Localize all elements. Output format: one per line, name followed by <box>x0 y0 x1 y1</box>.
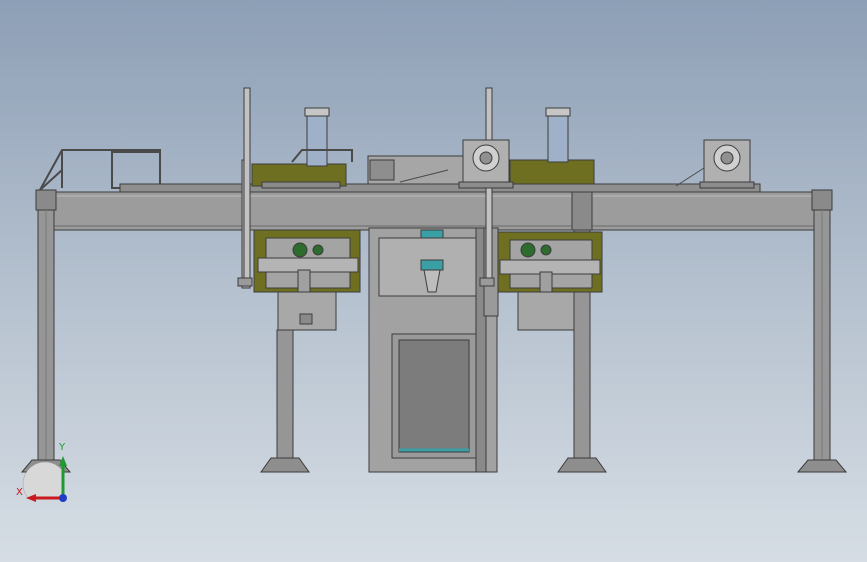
column-cap-left <box>35 189 57 211</box>
upper-rail <box>119 183 761 193</box>
teal-nozzle-top <box>420 229 444 239</box>
leg-foot-outer-right <box>796 459 848 473</box>
cad-viewport[interactable]: X Y <box>0 0 867 562</box>
left-cylinder <box>306 109 328 167</box>
gearbox-center <box>458 139 514 189</box>
leg-foot-inner-left <box>260 457 310 473</box>
triad-x-label: X <box>16 487 23 498</box>
right-drop-plate <box>517 291 575 331</box>
left-rod <box>243 87 251 279</box>
center-door-panel <box>398 339 470 453</box>
right-cylinder <box>547 109 569 163</box>
gearbox-right <box>699 139 755 189</box>
right-motor-green <box>520 242 536 258</box>
assembly-drawing <box>20 87 848 502</box>
leg-inner-left <box>276 329 294 461</box>
column-cap-right <box>811 189 833 211</box>
leg-foot-inner-right <box>557 457 607 473</box>
triad-z-axis <box>59 494 67 502</box>
main-beam <box>39 191 831 231</box>
left-motor-green <box>292 242 308 258</box>
beam-segment-divider <box>571 191 593 231</box>
right-olive-plate-top <box>509 159 595 185</box>
teal-nozzle <box>420 259 444 271</box>
triad-y-label: Y <box>59 442 66 453</box>
